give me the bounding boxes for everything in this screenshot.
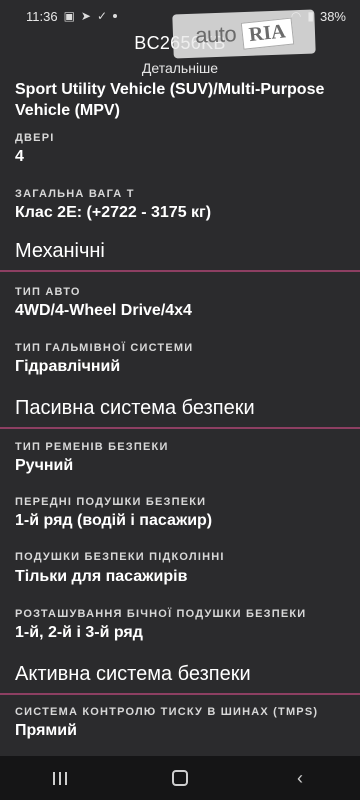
battery-level: 38% (319, 8, 346, 24)
doors-value: 4 (15, 148, 24, 165)
gallery-icon: ▣ (63, 9, 75, 23)
drive-type-label: ТИП АВТО (15, 286, 81, 298)
section-title: Механічні (15, 240, 105, 262)
side-airbags-value: 1-й, 2-й і 3-й ряд (15, 624, 143, 641)
watermark-auto-text: auto (194, 21, 237, 48)
tpms-label: СИСТЕМА КОНТРОЛЮ ТИСКУ В ШИНАХ (TMPS) (15, 706, 319, 718)
knee-airbags-value: Тільки для пасажирів (15, 568, 188, 585)
doors-label: ДВЕРІ (15, 132, 55, 144)
section-active-safety: Активна система безпеки (0, 663, 360, 695)
home-button[interactable] (160, 770, 200, 786)
section-divider (0, 427, 360, 429)
section-title: Активна система безпеки (15, 663, 251, 685)
system-navigation-bar: ‹ (0, 756, 360, 800)
status-bar-left: 11:36 ▣ ➤ ✓ (26, 8, 118, 24)
section-passive-safety: Пасивна система безпеки (0, 397, 360, 429)
tpms-value: Прямий (15, 722, 77, 739)
page-subtitle: Детальніше (141, 60, 219, 76)
recents-icon[interactable] (40, 771, 80, 785)
gross-weight-label: ЗАГАЛЬНА ВАГА Т (15, 188, 135, 200)
section-mechanical: Механічні (0, 240, 360, 272)
side-airbags-label: РОЗТАШУВАННЯ БІЧНОЇ ПОДУШКИ БЕЗПЕКИ (15, 608, 307, 620)
front-airbags-value: 1-й ряд (водій і пасажир) (15, 512, 213, 529)
drive-type-value: 4WD/4-Wheel Drive/4x4 (15, 302, 192, 319)
seatbelt-type-label: ТИП РЕМЕНІВ БЕЗПЕКИ (15, 441, 169, 453)
section-divider (0, 693, 360, 695)
section-title: Пасивна система безпеки (15, 397, 255, 419)
knee-airbags-label: ПОДУШКИ БЕЗПЕКИ ПІДКОЛІННІ (15, 551, 225, 563)
more-notifications-icon (113, 14, 118, 18)
brake-type-value: Гідравлічний (15, 358, 121, 375)
telegram-icon: ➤ (80, 9, 91, 23)
back-icon[interactable]: ‹ (280, 768, 320, 789)
check-icon: ✓ (96, 9, 108, 23)
clock: 11:36 (26, 8, 58, 24)
section-divider (0, 270, 360, 272)
watermark-ria-text: RIA (240, 17, 295, 50)
seatbelt-type-value: Ручний (15, 457, 74, 474)
home-icon (172, 770, 188, 786)
brake-type-label: ТИП ГАЛЬМІВНОЇ СИСТЕМИ (15, 342, 194, 354)
body-type-value: Sport Utility Vehicle (SUV)/Multi-Purpos… (15, 81, 325, 119)
front-airbags-label: ПЕРЕДНІ ПОДУШКИ БЕЗПЕКИ (15, 496, 207, 508)
autoria-watermark-logo: auto RIA (172, 9, 316, 59)
gross-weight-value: Клас 2E: (+2722 - 3175 кг) (15, 204, 212, 221)
